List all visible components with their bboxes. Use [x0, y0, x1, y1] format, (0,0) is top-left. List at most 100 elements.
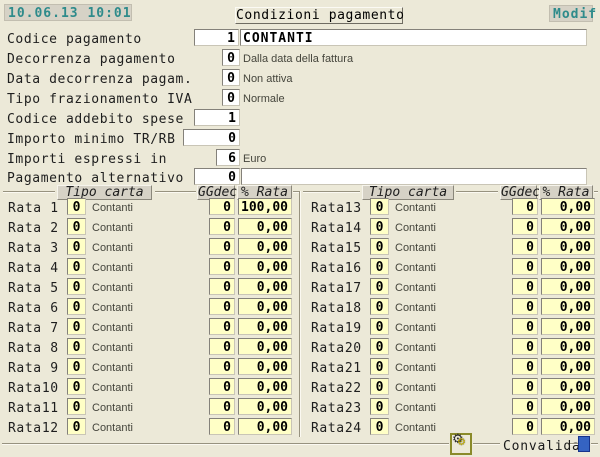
rata-tipo-carta-input[interactable]: 0	[67, 338, 86, 355]
rata-ggdec-input[interactable]: 0	[209, 338, 235, 355]
codice-pagamento-input[interactable]: 1	[194, 29, 239, 46]
rata-tipo-carta-input[interactable]: 0	[67, 358, 86, 375]
rata-perc-input[interactable]: 0,00	[541, 378, 595, 395]
rata-row: Rata18 0 Contanti 0 0,00	[303, 298, 600, 318]
rata-ggdec-input[interactable]: 0	[512, 398, 538, 415]
rata-perc-input[interactable]: 0,00	[238, 378, 292, 395]
rata-tipo-carta-input[interactable]: 0	[370, 398, 389, 415]
rata-ggdec-input[interactable]: 0	[209, 398, 235, 415]
rata-tipo-carta-desc: Contanti	[395, 342, 436, 354]
rata-perc-input[interactable]: 0,00	[541, 218, 595, 235]
rata-perc-input[interactable]: 0,00	[238, 278, 292, 295]
rata-perc-input[interactable]: 0,00	[541, 358, 595, 375]
rata-perc-input[interactable]: 0,00	[541, 278, 595, 295]
rata-perc-input[interactable]: 0,00	[238, 318, 292, 335]
rata-ggdec-input[interactable]: 0	[209, 378, 235, 395]
rata-tipo-carta-input[interactable]: 0	[370, 198, 389, 215]
rata-perc-input[interactable]: 0,00	[541, 318, 595, 335]
rata-perc-input[interactable]: 0,00	[541, 338, 595, 355]
rata-tipo-carta-input[interactable]: 0	[67, 418, 86, 435]
rata-number: 15	[345, 241, 362, 256]
timestamp-box: 10.06.13 10:01	[4, 4, 132, 21]
rata-tipo-carta-input[interactable]: 0	[67, 318, 86, 335]
screen-title-button[interactable]: Condizioni pagamento	[235, 7, 403, 24]
tipo-frazionamento-input[interactable]: 0	[222, 89, 240, 106]
rata-ggdec-input[interactable]: 0	[512, 198, 538, 215]
rata-perc-input[interactable]: 0,00	[541, 298, 595, 315]
rata-ggdec-input[interactable]: 0	[512, 218, 538, 235]
rata-ggdec-input[interactable]: 0	[512, 378, 538, 395]
importi-espressi-input[interactable]: 6	[216, 149, 240, 166]
rata-ggdec-input[interactable]: 0	[209, 298, 235, 315]
rata-ggdec-input[interactable]: 0	[209, 258, 235, 275]
mode-indicator: Modif	[549, 5, 593, 22]
divider-line	[155, 191, 196, 193]
rata-ggdec-input[interactable]: 0	[512, 338, 538, 355]
rata-tipo-carta-input[interactable]: 0	[370, 258, 389, 275]
rata-perc-input[interactable]: 0,00	[238, 338, 292, 355]
rata-number: 22	[345, 381, 362, 396]
decorrenza-input[interactable]: 0	[222, 49, 240, 66]
rata-ggdec-input[interactable]: 0	[209, 358, 235, 375]
rata-tipo-carta-input[interactable]: 0	[67, 198, 86, 215]
form-row-codice-addebito: Codice addebito spese 1	[0, 109, 600, 129]
rata-perc-input[interactable]: 100,00	[238, 198, 292, 215]
rata-ggdec-input[interactable]: 0	[209, 218, 235, 235]
rata-ggdec-input[interactable]: 0	[209, 198, 235, 215]
rata-ggdec-input[interactable]: 0	[512, 258, 538, 275]
rata-perc-input[interactable]: 0,00	[238, 358, 292, 375]
rata-perc-input[interactable]: 0,00	[541, 418, 595, 435]
rata-tipo-carta-input[interactable]: 0	[67, 258, 86, 275]
rata-tipo-carta-input[interactable]: 0	[370, 338, 389, 355]
rata-row-label: Rata3	[8, 241, 59, 256]
rata-tipo-carta-input[interactable]: 0	[67, 218, 86, 235]
rata-row-label: Rata21	[311, 361, 362, 376]
rata-ggdec-input[interactable]: 0	[512, 358, 538, 375]
rata-ggdec-input[interactable]: 0	[209, 278, 235, 295]
rata-tipo-carta-input[interactable]: 0	[370, 218, 389, 235]
rata-ggdec-input[interactable]: 0	[512, 418, 538, 435]
rata-ggdec-input[interactable]: 0	[512, 278, 538, 295]
rata-perc-input[interactable]: 0,00	[541, 258, 595, 275]
rata-row-label: Rata10	[8, 381, 59, 396]
rata-word: Rata	[311, 281, 345, 296]
rata-perc-input[interactable]: 0,00	[238, 258, 292, 275]
rata-ggdec-input[interactable]: 0	[512, 318, 538, 335]
rata-tipo-carta-input[interactable]: 0	[67, 378, 86, 395]
rata-ggdec-input[interactable]: 0	[209, 418, 235, 435]
data-decorrenza-input[interactable]: 0	[222, 69, 240, 86]
rata-ggdec-input[interactable]: 0	[209, 238, 235, 255]
rata-ggdec-input[interactable]: 0	[512, 238, 538, 255]
rata-tipo-carta-input[interactable]: 0	[370, 298, 389, 315]
rata-tipo-carta-input[interactable]: 0	[370, 378, 389, 395]
convalida-label: Convalida	[503, 439, 581, 454]
rata-perc-input[interactable]: 0,00	[238, 298, 292, 315]
codice-pagamento-description-field[interactable]: CONTANTI	[240, 29, 587, 46]
rata-tipo-carta-input[interactable]: 0	[370, 278, 389, 295]
importo-minimo-label: Importo minimo TR/RB	[7, 132, 176, 147]
rata-tipo-carta-input[interactable]: 0	[67, 278, 86, 295]
rata-tipo-carta-input[interactable]: 0	[67, 298, 86, 315]
pagamento-alternativo-input[interactable]: 0	[194, 168, 240, 185]
rata-tipo-carta-input[interactable]: 0	[370, 238, 389, 255]
importo-minimo-input[interactable]: 0	[183, 129, 240, 146]
rata-ggdec-input[interactable]: 0	[512, 298, 538, 315]
rata-perc-input[interactable]: 0,00	[238, 418, 292, 435]
rata-tipo-carta-input[interactable]: 0	[370, 418, 389, 435]
rata-perc-input[interactable]: 0,00	[238, 398, 292, 415]
rata-perc-input[interactable]: 0,00	[238, 238, 292, 255]
rata-tipo-carta-input[interactable]: 0	[370, 318, 389, 335]
codice-addebito-input[interactable]: 1	[194, 109, 240, 126]
rata-tipo-carta-input[interactable]: 0	[67, 238, 86, 255]
rata-perc-input[interactable]: 0,00	[541, 198, 595, 215]
rata-perc-input[interactable]: 0,00	[238, 218, 292, 235]
rata-perc-input[interactable]: 0,00	[541, 398, 595, 415]
rata-perc-input[interactable]: 0,00	[541, 238, 595, 255]
rata-tipo-carta-input[interactable]: 0	[370, 358, 389, 375]
pagamento-alternativo-field[interactable]	[241, 168, 587, 185]
rata-tipo-carta-input[interactable]: 0	[67, 398, 86, 415]
gears-icon-button[interactable]: ⚙ ⚙	[450, 433, 472, 455]
rata-ggdec-input[interactable]: 0	[209, 318, 235, 335]
form-row-importo-minimo: Importo minimo TR/RB 0	[0, 129, 600, 149]
convalida-blue-button[interactable]	[578, 436, 590, 452]
